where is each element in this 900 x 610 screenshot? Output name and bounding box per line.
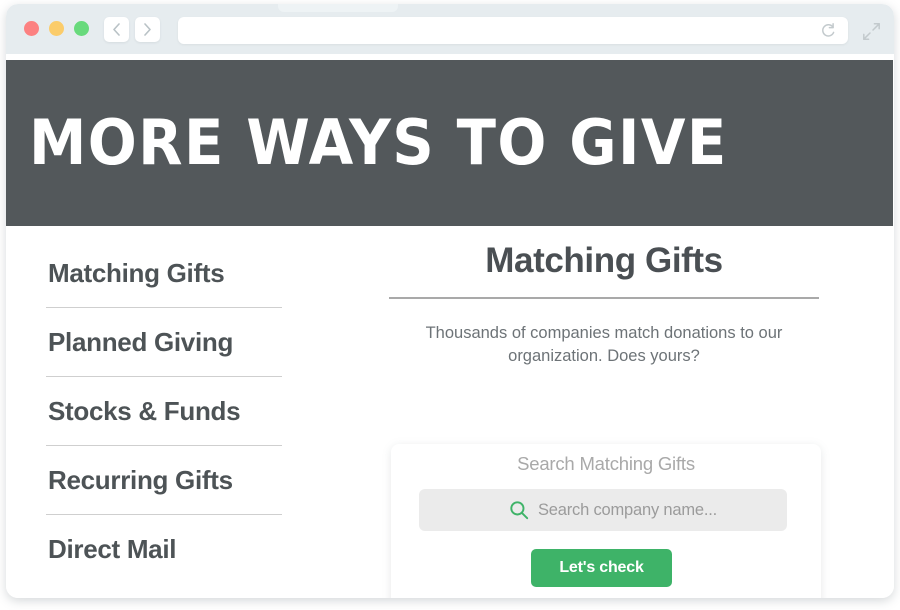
address-bar[interactable] — [178, 17, 848, 44]
hero-banner: MORE WAYS TO GIVE — [6, 60, 893, 226]
search-input[interactable]: Search company name... — [419, 489, 787, 531]
search-card-label: Search Matching Gifts — [517, 453, 695, 474]
sidebar-item-stocks-funds[interactable]: Stocks & Funds — [46, 390, 286, 433]
expand-icon[interactable] — [862, 22, 881, 41]
page-title: MORE WAYS TO GIVE — [29, 106, 728, 179]
sidebar-separator — [46, 445, 282, 446]
minimize-window-button[interactable] — [49, 21, 64, 36]
forward-button[interactable] — [135, 17, 160, 42]
reload-icon[interactable] — [820, 22, 836, 39]
search-icon — [509, 500, 529, 520]
browser-tab-hint[interactable] — [278, 4, 398, 12]
browser-window: MORE WAYS TO GIVE Matching Gifts Planned… — [6, 4, 894, 598]
section-description: Thousands of companies match donations t… — [425, 323, 783, 365]
maximize-window-button[interactable] — [74, 21, 89, 36]
sidebar-separator — [46, 376, 282, 377]
sidebar-separator — [46, 514, 282, 515]
back-button[interactable] — [104, 17, 129, 42]
title-divider — [389, 296, 819, 299]
sidebar-item-planned-giving[interactable]: Planned Giving — [46, 321, 286, 364]
section-title: Matching Gifts — [485, 241, 723, 280]
lets-check-button[interactable]: Let's check — [531, 549, 672, 587]
page-content: MORE WAYS TO GIVE Matching Gifts Planned… — [6, 54, 894, 598]
sidebar-item-direct-mail[interactable]: Direct Mail — [46, 528, 286, 571]
navigation-buttons — [104, 17, 160, 42]
chevron-right-icon — [144, 23, 151, 36]
search-input-placeholder: Search company name... — [538, 500, 718, 519]
chevron-left-icon — [113, 23, 120, 36]
browser-chrome-bar — [6, 4, 894, 54]
window-controls — [24, 21, 89, 36]
close-window-button[interactable] — [24, 21, 39, 36]
sidebar-separator — [46, 307, 282, 308]
matching-gifts-search-card: Search Matching Gifts Search company nam… — [391, 444, 821, 598]
main-column: Matching Gifts Thousands of companies ma… — [389, 241, 819, 368]
sidebar-nav: Matching Gifts Planned Giving Stocks & F… — [46, 252, 286, 571]
sidebar-item-matching-gifts[interactable]: Matching Gifts — [46, 252, 286, 295]
sidebar-item-recurring-gifts[interactable]: Recurring Gifts — [46, 459, 286, 502]
